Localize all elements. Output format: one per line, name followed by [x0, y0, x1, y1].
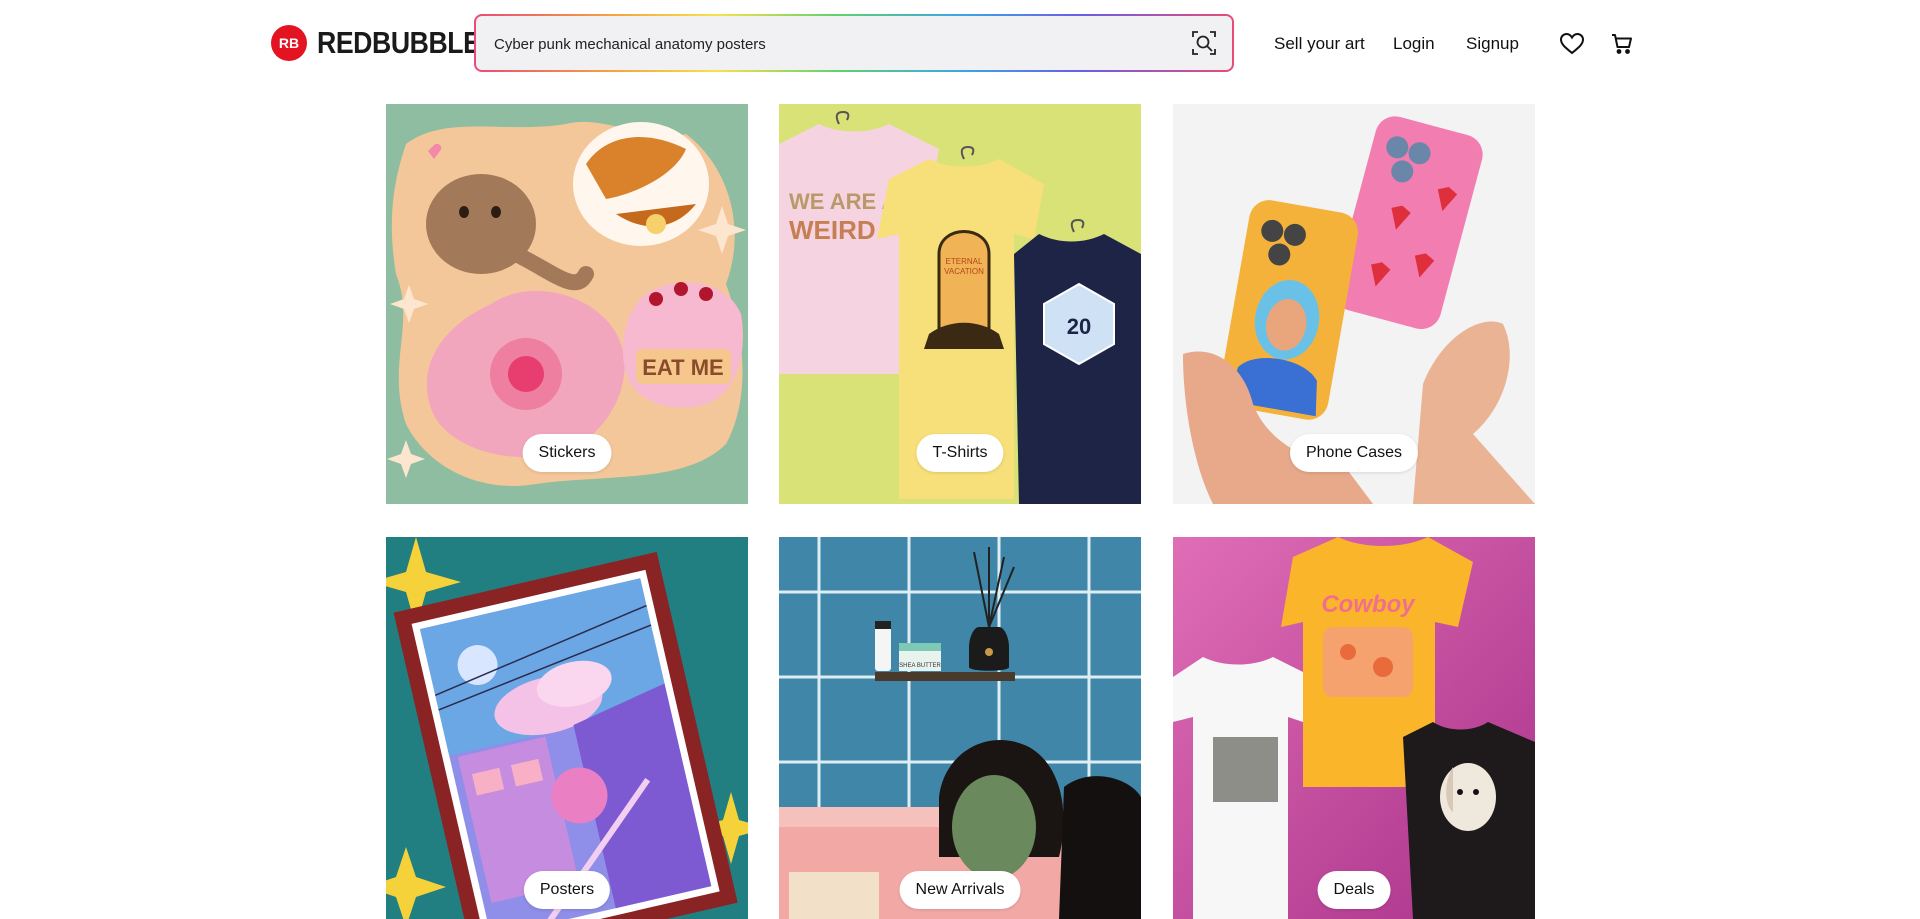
svg-text:VACATION: VACATION: [944, 267, 984, 276]
category-label-deals: Deals: [1317, 871, 1391, 909]
svg-text:20: 20: [1067, 314, 1091, 339]
brand-name: REDBUBBLE: [317, 25, 481, 60]
category-label-stickers: Stickers: [522, 434, 612, 472]
category-tile-stickers[interactable]: EAT ME Stickers: [386, 104, 748, 504]
category-label-posters: Posters: [523, 871, 611, 909]
category-tile-deals[interactable]: Cowboy Deals: [1173, 537, 1535, 919]
signup-link[interactable]: Signup: [1466, 34, 1519, 54]
svg-text:ETERNAL: ETERNAL: [946, 257, 983, 266]
category-label-tshirts: T-Shirts: [916, 434, 1004, 472]
posters-image: [386, 537, 748, 919]
category-label-new-arrivals: New Arrivals: [899, 871, 1021, 909]
login-link[interactable]: Login: [1393, 34, 1435, 54]
visual-search-button[interactable]: [1188, 27, 1220, 59]
visual-search-icon: [1192, 31, 1216, 55]
heart-icon: [1559, 32, 1585, 55]
category-tile-new-arrivals[interactable]: SHEA BUTTER New Arrivals: [779, 537, 1141, 919]
search-bar: [474, 14, 1234, 72]
redbubble-logo-icon: RB: [271, 25, 307, 61]
category-tile-phone-cases[interactable]: Phone Cases: [1173, 104, 1535, 504]
svg-text:SHEA BUTTER: SHEA BUTTER: [899, 663, 941, 669]
category-label-phone-cases: Phone Cases: [1289, 434, 1419, 472]
cart-icon: [1612, 34, 1632, 54]
svg-text:EAT ME: EAT ME: [642, 355, 723, 380]
sell-your-art-link[interactable]: Sell your art: [1274, 34, 1365, 54]
category-tile-posters[interactable]: Posters: [386, 537, 748, 919]
cart-button[interactable]: [1608, 30, 1636, 58]
svg-text:RB: RB: [279, 35, 299, 51]
search-input[interactable]: [492, 16, 1156, 72]
wishlist-button[interactable]: [1558, 30, 1586, 58]
deals-image: Cowboy: [1173, 537, 1535, 919]
redbubble-logo[interactable]: RB REDBUBBLE: [271, 25, 507, 61]
new-arrivals-image: SHEA BUTTER: [779, 537, 1141, 919]
category-tile-tshirts[interactable]: WE ARE ALL WEIRD ETERNAL VACATION 20 T-S…: [779, 104, 1141, 504]
svg-text:Cowboy: Cowboy: [1321, 591, 1416, 618]
svg-text:WEIRD: WEIRD: [789, 215, 876, 245]
site-header: RB REDBUBBLE Sell your art Login Signup: [0, 0, 1920, 88]
